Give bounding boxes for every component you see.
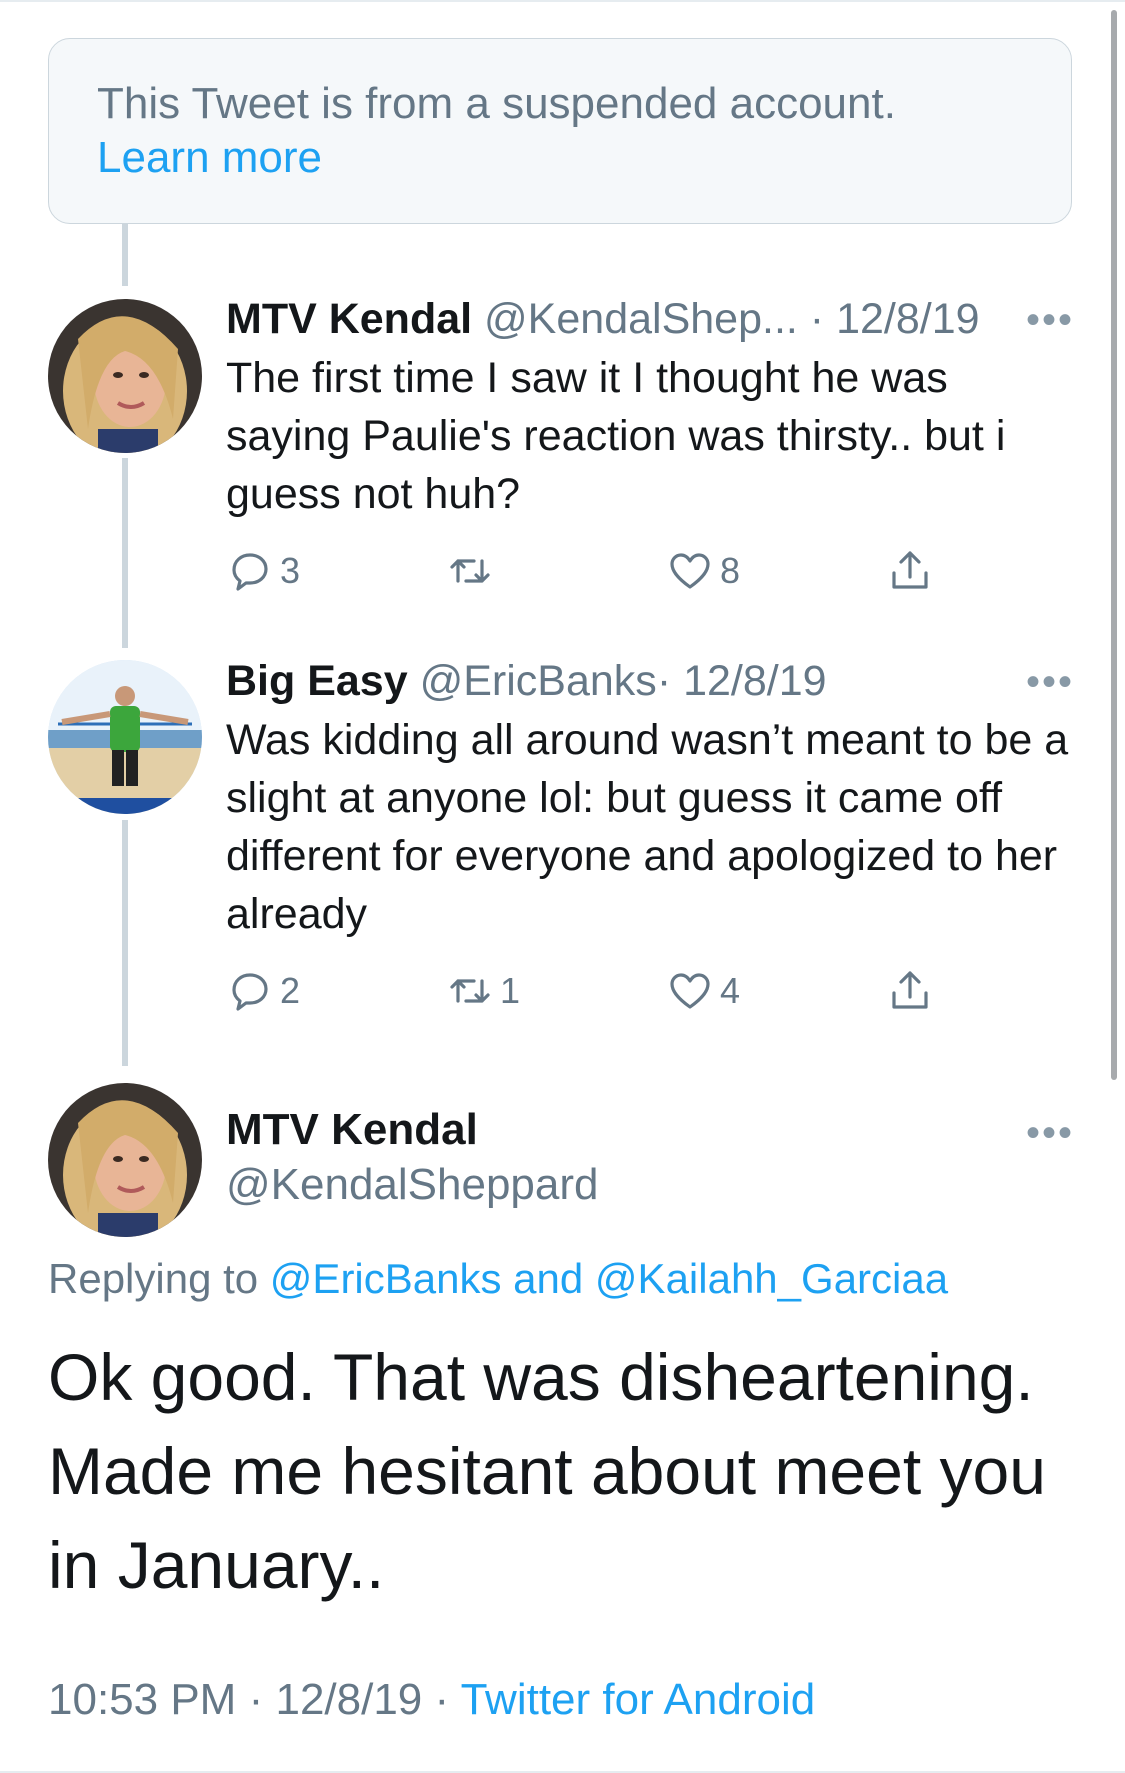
- more-options-icon[interactable]: •••: [1026, 662, 1074, 702]
- tweet-source-link[interactable]: Twitter for Android: [461, 1675, 816, 1724]
- learn-more-link[interactable]: Learn more: [97, 131, 1023, 185]
- retweet-count: 1: [500, 970, 521, 1011]
- reply-text: Was kidding all around wasn’t meant to b…: [226, 716, 1069, 938]
- replying-prefix: Replying to: [48, 1255, 259, 1302]
- man-beach-avatar-icon: [48, 660, 202, 814]
- suspended-tweet-notice: This Tweet is from a suspended account. …: [48, 38, 1072, 224]
- reply-tweet[interactable]: Big Easy @EricBanks· 12/8/19 ••• Was kid…: [226, 655, 1076, 943]
- thread-line: [122, 224, 128, 286]
- more-options-icon[interactable]: •••: [1026, 1113, 1074, 1153]
- separator: ·: [809, 295, 825, 343]
- retweet-button[interactable]: [446, 541, 500, 601]
- share-button[interactable]: [886, 541, 934, 601]
- tweet-author-name[interactable]: MTV Kendal: [226, 1105, 478, 1155]
- like-count: 8: [720, 550, 741, 591]
- heart-icon: [670, 973, 710, 1009]
- suspended-notice-text: This Tweet is from a suspended account.: [97, 79, 896, 128]
- tweet-actions: 3 8: [226, 541, 986, 601]
- tweet-time[interactable]: 10:53 PM: [48, 1675, 236, 1724]
- separator: ·: [434, 1675, 450, 1724]
- reply-button[interactable]: 2: [226, 961, 300, 1021]
- woman-blonde-avatar-icon: [48, 299, 202, 453]
- replying-to: Replying to @EricBanks and @Kailahh_Garc…: [48, 1255, 948, 1303]
- tweet-timestamp: 10:53 PM · 12/8/19 · Twitter for Android: [48, 1675, 815, 1725]
- tweet-author-handle[interactable]: @KendalSheppard: [226, 1160, 599, 1210]
- replying-user-link[interactable]: @EricBanks: [270, 1255, 502, 1302]
- reply-author-handle[interactable]: @EricBanks: [420, 657, 657, 705]
- share-icon: [892, 551, 928, 589]
- reply-tweet[interactable]: MTV Kendal @KendalShep... · 12/8/19 ••• …: [226, 293, 1076, 523]
- avatar[interactable]: [48, 1083, 202, 1237]
- tweet-date[interactable]: 12/8/19: [275, 1675, 422, 1724]
- reply-date[interactable]: 12/8/19: [836, 295, 979, 343]
- avatar[interactable]: [48, 299, 202, 453]
- reply-button[interactable]: 3: [226, 541, 300, 601]
- separator: ·: [248, 1675, 264, 1724]
- thread-line: [122, 458, 128, 648]
- share-button[interactable]: [886, 961, 934, 1021]
- thread-line: [122, 820, 128, 1066]
- reply-author-name[interactable]: MTV Kendal: [226, 295, 472, 343]
- retweet-button[interactable]: 1: [446, 961, 520, 1021]
- reply-count: 3: [280, 550, 301, 591]
- reply-count: 2: [280, 970, 301, 1011]
- woman-blonde-avatar-icon: [48, 1083, 202, 1237]
- reply-date[interactable]: 12/8/19: [683, 657, 826, 705]
- reply-icon: [232, 553, 268, 591]
- share-icon: [892, 971, 928, 1009]
- heart-icon: [670, 553, 710, 589]
- top-divider: [0, 0, 1125, 2]
- reply-author-name[interactable]: Big Easy: [226, 657, 408, 705]
- more-options-icon[interactable]: •••: [1026, 300, 1074, 340]
- reply-author-handle[interactable]: @KendalShep...: [484, 295, 798, 343]
- replying-and: and: [513, 1255, 584, 1302]
- retweet-icon: [450, 559, 490, 583]
- like-count: 4: [720, 970, 741, 1011]
- tweet-text: Ok good. That was disheartening. Made me…: [48, 1340, 1046, 1602]
- avatar[interactable]: [48, 660, 202, 814]
- scrollbar[interactable]: [1111, 10, 1117, 1080]
- tweet-actions: 2 1 4: [226, 961, 986, 1021]
- retweet-icon: [450, 979, 490, 1003]
- replying-user-link[interactable]: @Kailahh_Garciaa: [595, 1255, 948, 1302]
- reply-text: The first time I saw it I thought he was…: [226, 354, 1006, 518]
- separator: ·: [656, 657, 672, 705]
- like-button[interactable]: 8: [666, 541, 740, 601]
- reply-icon: [232, 973, 268, 1011]
- like-button[interactable]: 4: [666, 961, 740, 1021]
